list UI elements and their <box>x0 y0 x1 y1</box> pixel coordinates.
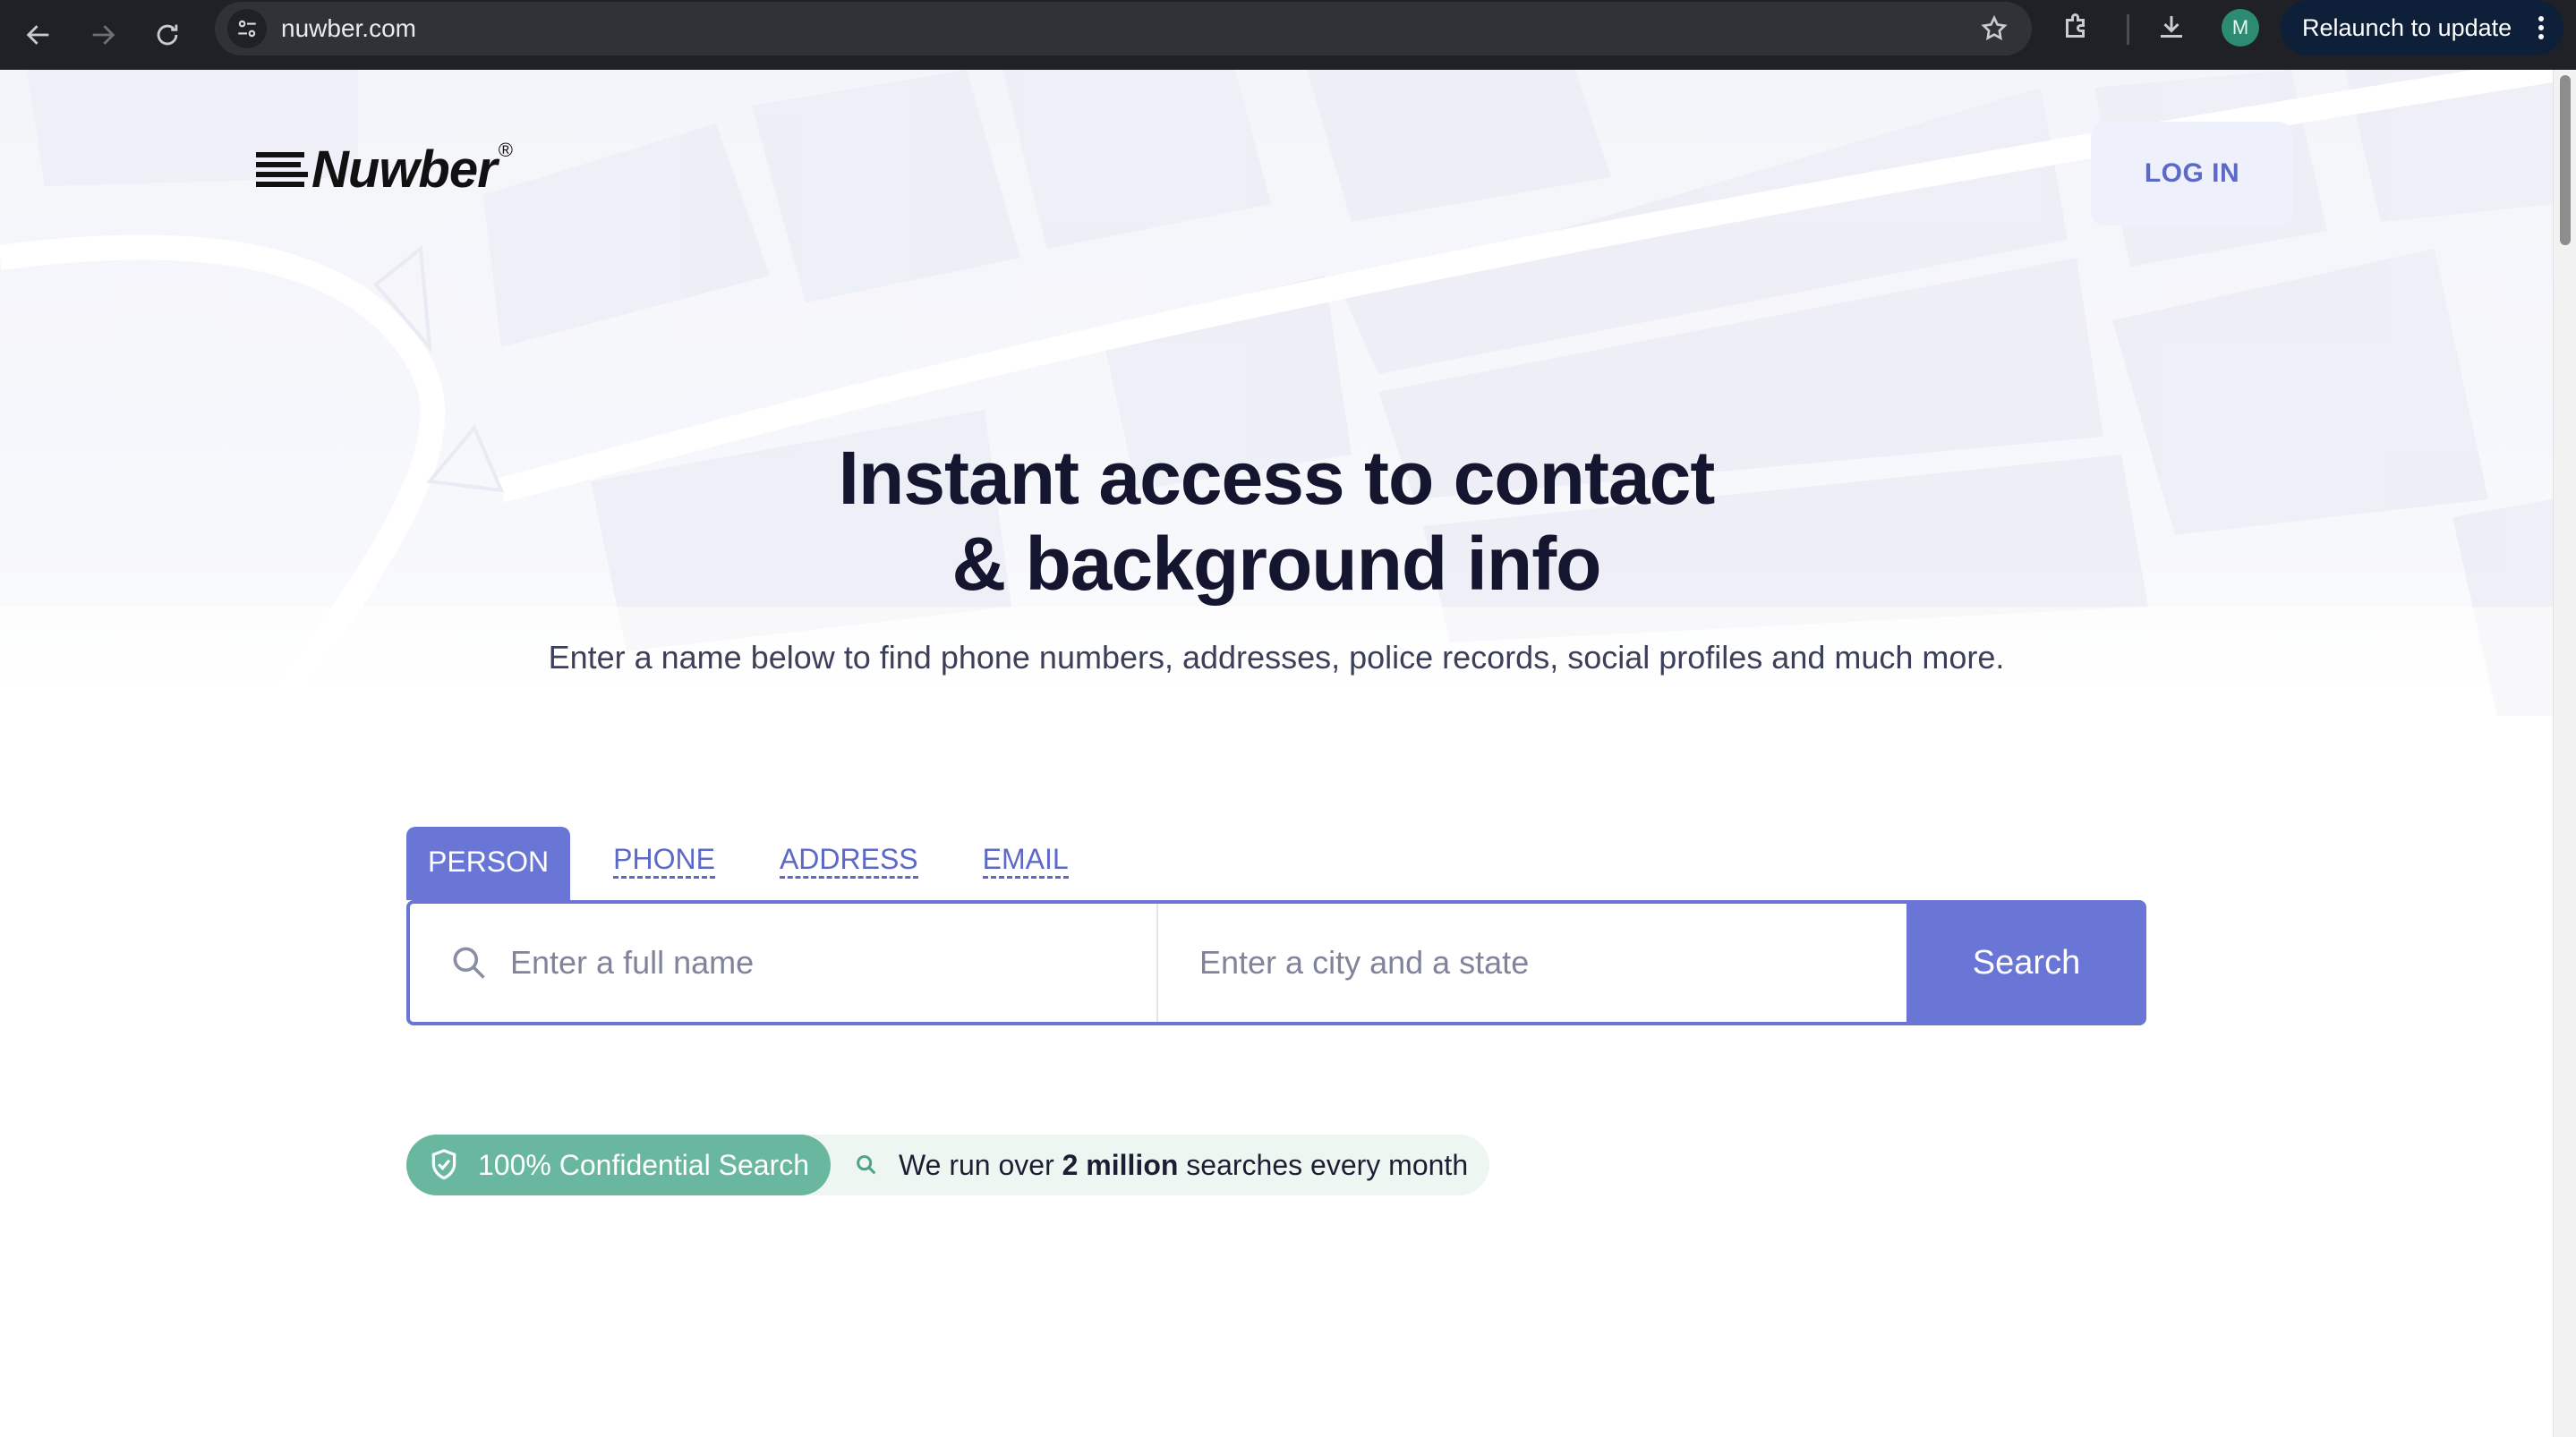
site-settings-icon[interactable] <box>227 9 267 48</box>
search-small-icon <box>854 1152 879 1178</box>
location-field <box>1158 904 1910 1022</box>
search-icon <box>449 943 489 987</box>
toolbar-divider <box>2127 14 2129 45</box>
reload-icon[interactable] <box>141 9 193 61</box>
registered-mark: ® <box>498 138 513 161</box>
tab-address[interactable]: ADDRESS <box>779 844 918 879</box>
confidential-badge-label: 100% Confidential Search <box>478 1148 810 1181</box>
page-scrollbar[interactable] <box>2553 70 2576 1437</box>
relaunch-to-update-button[interactable]: Relaunch to update <box>2281 0 2563 55</box>
search-volume-badge: We run over 2 million searches every mon… <box>795 1135 1490 1195</box>
login-button[interactable]: LOG IN <box>2091 122 2293 225</box>
page-headline: Instant access to contact & background i… <box>0 435 2553 607</box>
url-text[interactable]: nuwber.com <box>281 14 416 43</box>
back-arrow-icon[interactable] <box>13 9 64 61</box>
relaunch-label: Relaunch to update <box>2302 13 2512 41</box>
search-button[interactable]: Search <box>1906 900 2146 1025</box>
search-form: Search <box>406 900 2146 1025</box>
forward-arrow-icon[interactable] <box>77 9 129 61</box>
stat-highlight: 2 million <box>1062 1148 1179 1181</box>
more-vert-icon[interactable] <box>2537 14 2546 47</box>
page-subheadline: Enter a name below to find phone numbers… <box>548 639 2005 676</box>
headline-line-2: & background info <box>951 522 1602 606</box>
stat-prefix: We run over <box>899 1148 1062 1181</box>
tab-person[interactable]: PERSON <box>406 827 571 900</box>
page-content: Nuwber ® LOG IN Instant access to contac… <box>0 70 2553 1437</box>
city-state-input[interactable] <box>1158 904 1910 1022</box>
name-field <box>410 904 1158 1022</box>
tab-phone[interactable]: PHONE <box>613 844 715 879</box>
full-name-input[interactable] <box>410 904 1156 1022</box>
headline-line-1: Instant access to contact <box>838 436 1716 520</box>
nuwber-logo[interactable]: Nuwber ® <box>256 138 513 200</box>
browser-toolbar: nuwber.com M Relaunch to update <box>0 0 2576 70</box>
stat-suffix: searches every month <box>1178 1148 1469 1181</box>
bookmark-star-icon[interactable] <box>1980 14 2009 47</box>
confidential-badge: 100% Confidential Search <box>406 1135 832 1195</box>
search-type-tabs: PERSON PHONE ADDRESS EMAIL <box>406 827 1133 900</box>
download-icon[interactable] <box>2155 11 2188 47</box>
logo-stripes-icon <box>256 152 308 187</box>
tab-email[interactable]: EMAIL <box>982 844 1069 879</box>
shield-check-icon <box>428 1148 460 1182</box>
stat-text: We run over 2 million searches every mon… <box>899 1149 1468 1182</box>
scrollbar-thumb[interactable] <box>2560 75 2571 245</box>
trust-badges: 100% Confidential Search We run over 2 m… <box>406 1135 1490 1195</box>
profile-avatar[interactable]: M <box>2222 9 2259 47</box>
logo-wordmark: Nuwber <box>311 140 498 199</box>
address-bar[interactable]: nuwber.com <box>215 2 2032 55</box>
extensions-icon[interactable] <box>2060 11 2093 47</box>
